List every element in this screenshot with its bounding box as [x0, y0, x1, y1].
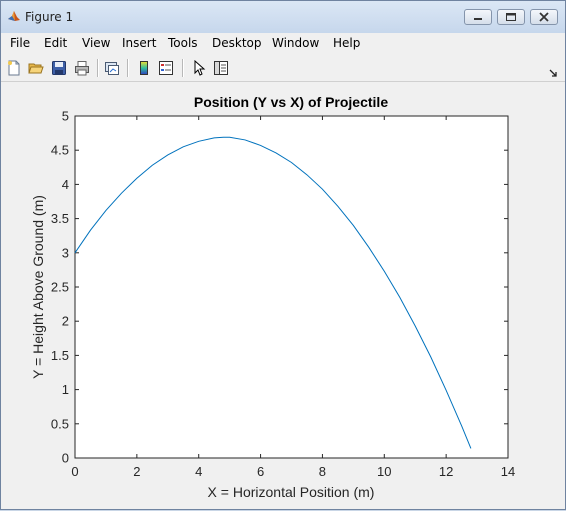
x-tick-label: 12 — [439, 464, 453, 479]
y-tick-label: 5 — [62, 109, 69, 124]
y-tick-label: 4 — [62, 177, 69, 192]
chart-title: Position (Y vs X) of Projectile — [194, 94, 388, 110]
close-icon — [539, 12, 549, 22]
y-tick-label: 4.5 — [51, 143, 69, 158]
x-tick-label: 2 — [133, 464, 140, 479]
toolbar-separator — [97, 59, 99, 77]
projectile-chart[interactable]: Position (Y vs X) of Projectile 0 2 4 6 8 10 1… — [1, 83, 565, 507]
link-plot-icon[interactable] — [104, 60, 120, 76]
y-axis-label: Y = Height Above Ground (m) — [30, 195, 46, 379]
y-tick-label: 3.5 — [51, 211, 69, 226]
menu-insert[interactable]: Insert — [122, 36, 156, 50]
maximize-icon — [506, 13, 516, 21]
y-tick-label: 0.5 — [51, 416, 69, 431]
menu-view[interactable]: View — [82, 36, 110, 50]
menu-file[interactable]: File — [10, 36, 30, 50]
x-axis-label: X = Horizontal Position (m) — [208, 484, 375, 500]
axes-box — [74, 115, 509, 459]
insert-colorbar-icon[interactable] — [136, 60, 152, 76]
x-tick-label: 6 — [257, 464, 264, 479]
x-tick-label: 4 — [195, 464, 202, 479]
matlab-logo-icon — [8, 11, 20, 21]
figure-window: Figure 1 File Edit View Insert Tools Des… — [0, 0, 566, 510]
menu-edit[interactable]: Edit — [44, 36, 67, 50]
title-bar[interactable]: Figure 1 — [1, 1, 565, 33]
menu-bar: File Edit View Insert Tools Desktop Wind… — [1, 33, 565, 77]
menu-desktop[interactable]: Desktop — [212, 36, 262, 50]
x-tick-label: 0 — [71, 464, 78, 479]
x-tick-label: 14 — [501, 464, 515, 479]
toolbar-separator — [182, 59, 184, 77]
y-tick-label: 0 — [62, 451, 69, 466]
window-title: Figure 1 — [25, 10, 74, 24]
figure-toolbar — [1, 54, 565, 82]
edit-plot-arrow-icon[interactable] — [191, 60, 207, 76]
y-tick-label: 2 — [62, 314, 69, 329]
maximize-button[interactable] — [497, 9, 525, 25]
open-file-icon[interactable] — [28, 60, 44, 76]
y-tick-label: 3 — [62, 245, 69, 260]
minimize-button[interactable] — [464, 9, 492, 25]
close-button[interactable] — [530, 9, 558, 25]
print-icon[interactable] — [74, 60, 90, 76]
y-tick-label: 1 — [62, 382, 69, 397]
insert-legend-icon[interactable] — [158, 60, 174, 76]
menu-help[interactable]: Help — [333, 36, 360, 50]
save-icon[interactable] — [51, 60, 67, 76]
menu-tools[interactable]: Tools — [168, 36, 198, 50]
menu-window[interactable]: Window — [272, 36, 319, 50]
minimize-icon — [474, 18, 482, 20]
y-tick-label: 1.5 — [51, 348, 69, 363]
new-figure-icon[interactable] — [6, 60, 22, 76]
show-plot-tools-icon[interactable] — [213, 60, 229, 76]
x-tick-label: 10 — [377, 464, 391, 479]
x-tick-label: 8 — [319, 464, 326, 479]
toolbar-separator — [127, 59, 129, 77]
figure-canvas: Position (Y vs X) of Projectile 0 2 4 6 8 10 1… — [1, 83, 565, 507]
y-tick-label: 2.5 — [51, 280, 69, 295]
